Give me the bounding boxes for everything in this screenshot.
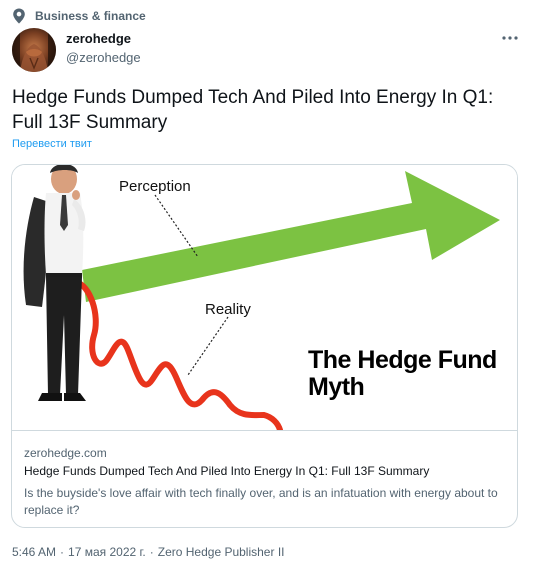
translate-tweet-link[interactable]: Перевести твит <box>12 138 92 150</box>
tweet-source[interactable]: Zero Hedge Publisher II <box>158 545 285 559</box>
perception-pointer <box>154 194 199 258</box>
card-description: Is the buyside's love affair with tech f… <box>24 486 498 517</box>
card-image[interactable]: Perception Reality The Hedge Fund Myth <box>12 165 517 430</box>
card-domain: zerohedge.com <box>24 446 107 460</box>
location-pin-icon <box>12 8 26 24</box>
tweet-meta: 5:46 AM · 17 мая 2022 г. · Zero Hedge Pu… <box>12 545 284 559</box>
reality-pointer <box>187 316 229 376</box>
myth-title-line2: Myth <box>308 373 365 401</box>
perception-label: Perception <box>119 178 191 195</box>
tweet-text: Hedge Funds Dumped Tech And Piled Into E… <box>12 87 494 133</box>
author-name[interactable]: zerohedge <box>66 31 131 46</box>
tweet-date[interactable]: 17 мая 2022 г. <box>68 545 146 559</box>
meta-separator: · <box>149 545 154 559</box>
hedge-fund-myth-title: The Hedge Fund Myth <box>308 346 517 401</box>
businessman-figure <box>23 165 86 401</box>
topic-context[interactable]: Business & finance <box>12 8 146 24</box>
tweet-time[interactable]: 5:46 AM <box>12 545 56 559</box>
author-handle[interactable]: @zerohedge <box>66 50 141 65</box>
avatar[interactable] <box>12 28 56 72</box>
myth-title-line1: The Hedge Fund <box>308 346 497 374</box>
card-divider <box>12 430 517 431</box>
reality-label: Reality <box>205 301 251 318</box>
card-title[interactable]: Hedge Funds Dumped Tech And Piled Into E… <box>24 464 429 478</box>
meta-separator: · <box>60 545 65 559</box>
link-card[interactable]: Perception Reality The Hedge Fund Myth z… <box>11 164 518 528</box>
topic-label[interactable]: Business & finance <box>35 9 146 23</box>
more-horizontal-icon[interactable] <box>501 30 519 46</box>
